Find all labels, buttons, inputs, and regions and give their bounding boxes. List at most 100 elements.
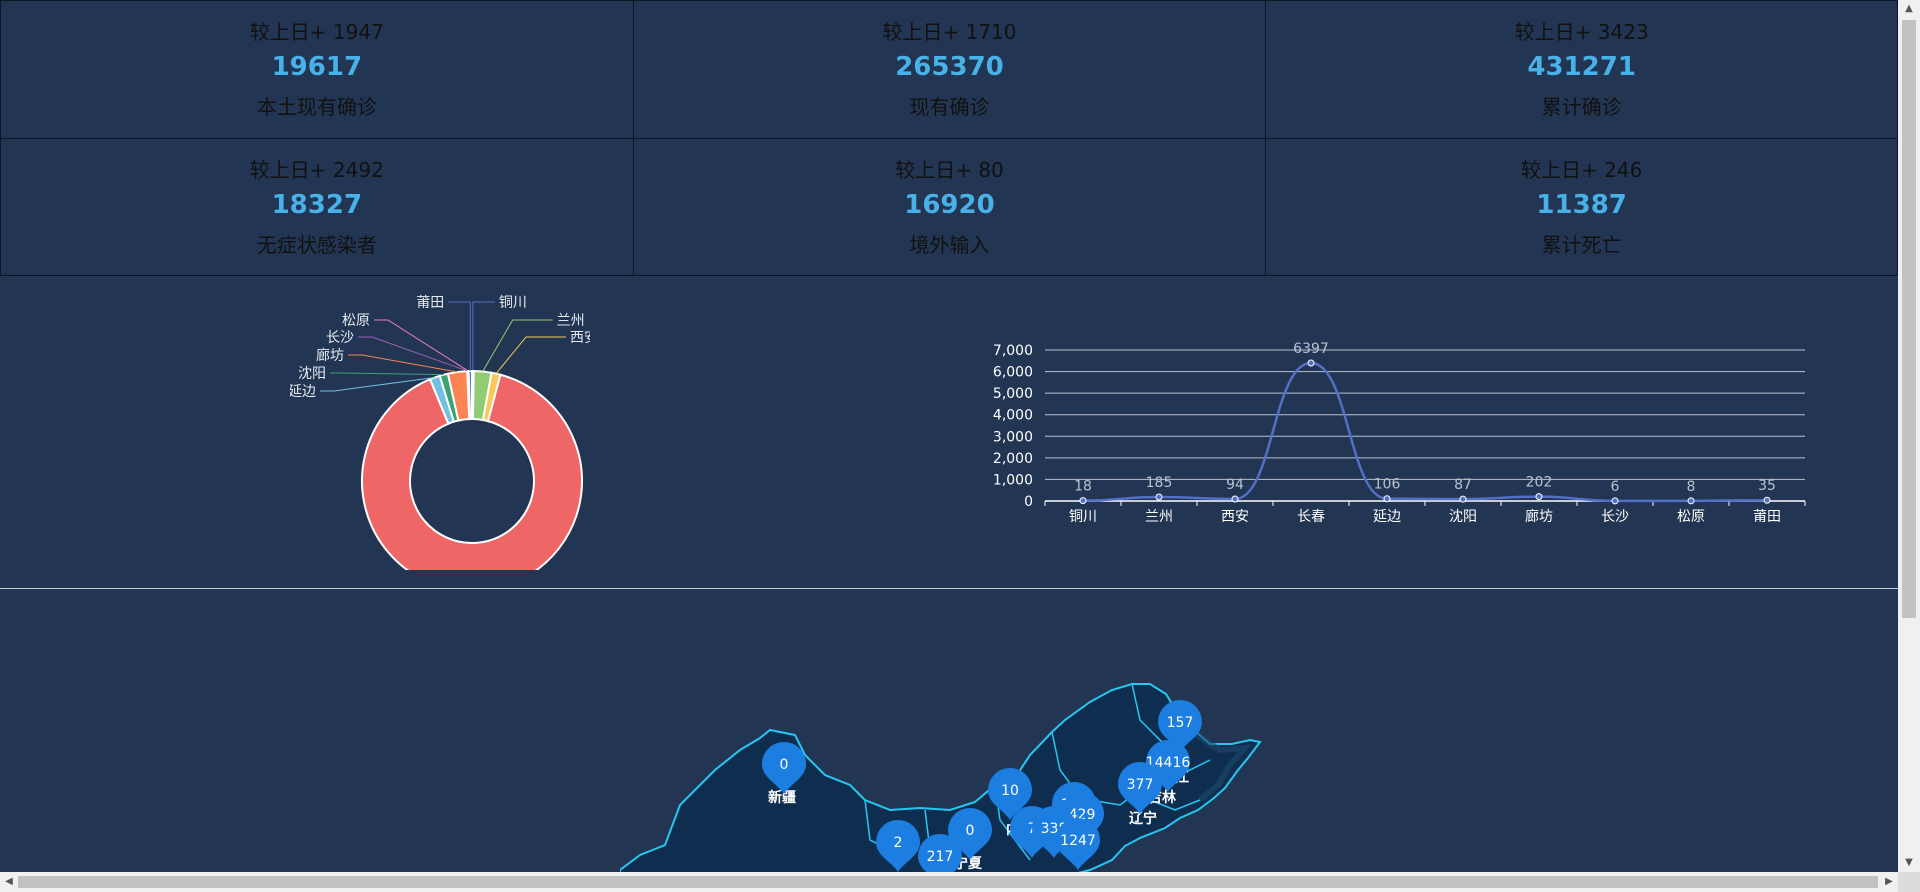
data-label: 6 — [1611, 479, 1620, 495]
stat-delta: 较上日+ 246 — [1521, 157, 1643, 182]
vertical-scroll-thumb[interactable] — [1902, 20, 1916, 618]
data-label: 8 — [1687, 479, 1696, 495]
y-tick-label: 5,000 — [993, 386, 1033, 402]
scroll-right-icon[interactable]: ▶ — [1880, 872, 1898, 892]
stat-delta: 较上日+ 1947 — [249, 20, 384, 44]
pie-label: 西安 — [570, 330, 590, 346]
map-pin-value: 2 — [894, 835, 903, 851]
pie-leader-line — [348, 354, 458, 373]
stat-card-cumulative-confirmed: 较上日+ 3423 431271 累计确诊 — [1265, 1, 1898, 139]
stat-card-asymptomatic: 较上日+ 2492 18327 无症状感染者 — [0, 138, 633, 276]
stat-value: 11387 — [1536, 189, 1627, 220]
x-tick-label: 长春 — [1297, 509, 1325, 525]
stat-delta: 较上日+ 2492 — [249, 157, 384, 182]
map-region-label: 新疆 — [768, 789, 796, 806]
x-tick-label: 延边 — [1373, 509, 1401, 525]
x-tick-label: 铜川 — [1069, 509, 1097, 525]
data-label: 106 — [1374, 477, 1401, 493]
city-line-chart: 0 1,000 2,000 3,000 4,000 5,000 6,000 7,000 铜川 兰州… — [993, 341, 1806, 525]
map-pin-value: 157 — [1167, 715, 1194, 731]
pie-label: 延边 — [290, 384, 316, 400]
stat-label: 累计确诊 — [1541, 95, 1622, 119]
stat-value: 265370 — [895, 52, 1004, 82]
stat-value: 18327 — [271, 189, 363, 220]
pie-label: 廊坊 — [316, 347, 344, 364]
scroll-left-icon[interactable]: ◀ — [0, 872, 18, 892]
data-label: 18 — [1074, 479, 1092, 495]
city-donut-chart: 铜川兰州西安长春延边沈阳廊坊长沙松原莆田 — [290, 295, 590, 570]
line-point[interactable] — [1611, 497, 1619, 505]
scrollbar-corner — [1898, 872, 1920, 892]
stat-label: 累计死亡 — [1541, 232, 1622, 257]
y-tick-label: 6,000 — [993, 365, 1033, 381]
x-tick-label: 沈阳 — [1449, 509, 1477, 525]
map-pin-value: 1247 — [1060, 833, 1096, 849]
stat-label: 境外输入 — [909, 232, 990, 257]
x-tick-label: 兰州 — [1145, 509, 1173, 525]
map-pin-value: 0 — [780, 757, 789, 773]
line-point[interactable] — [1763, 496, 1771, 504]
x-tick-label: 莆田 — [1753, 509, 1781, 525]
stat-card-deaths: 较上日+ 246 11387 累计死亡 — [1265, 138, 1898, 276]
stat-delta: 较上日+ 80 — [895, 157, 1004, 182]
pie-leader-line — [482, 319, 553, 372]
y-tick-label: 3,000 — [993, 429, 1033, 445]
y-tick-label: 0 — [1024, 494, 1033, 510]
horizontal-scroll-thumb[interactable] — [18, 876, 1878, 888]
scroll-up-icon[interactable]: ▲ — [1898, 0, 1920, 18]
map-pin-value: 377 — [1127, 777, 1154, 793]
data-label: 6397 — [1293, 341, 1329, 357]
stat-label: 现有确诊 — [909, 95, 990, 119]
china-map: 新疆黑龙江吉林辽宁内蒙宁夏 01571441637710187429733812… — [620, 683, 1262, 892]
line-point[interactable] — [1687, 497, 1695, 505]
x-tick-label: 松原 — [1677, 509, 1705, 525]
data-label: 35 — [1758, 478, 1776, 494]
vertical-scrollbar[interactable]: ▲ ▼ — [1898, 0, 1920, 872]
scroll-down-icon[interactable]: ▼ — [1898, 854, 1920, 872]
map-pin-value: 217 — [927, 849, 954, 865]
x-tick-label: 长沙 — [1601, 509, 1629, 525]
line-point[interactable] — [1459, 495, 1467, 503]
data-label: 94 — [1226, 477, 1244, 493]
y-tick-label: 2,000 — [993, 451, 1033, 467]
stat-card-imported: 较上日+ 80 16920 境外输入 — [632, 138, 1266, 276]
stat-card-current-confirmed: 较上日+ 1710 265370 现有确诊 — [632, 1, 1266, 139]
data-label: 202 — [1526, 475, 1553, 491]
stat-delta: 较上日+ 3423 — [1514, 20, 1649, 44]
horizontal-scrollbar[interactable]: ◀ ▶ — [0, 872, 1920, 892]
pie-label: 长沙 — [326, 330, 354, 346]
line-point[interactable] — [1535, 493, 1543, 501]
line-point[interactable] — [1383, 495, 1391, 503]
line-point[interactable] — [1307, 359, 1315, 367]
pie-label: 兰州 — [557, 313, 585, 329]
pie-label: 铜川 — [499, 295, 527, 311]
line-point[interactable] — [1231, 495, 1239, 503]
pie-leader-line — [358, 336, 468, 372]
pie-label: 莆田 — [416, 295, 444, 311]
stat-delta: 较上日+ 1710 — [882, 20, 1017, 44]
pie-leader-line — [495, 336, 567, 374]
y-tick-label: 1,000 — [993, 472, 1033, 488]
line-series — [1082, 361, 1768, 503]
stat-value: 16920 — [904, 189, 995, 220]
stats-grid: 较上日+ 1947 19617 本土现有确诊 较上日+ 1710 265370 … — [0, 0, 1898, 276]
stat-label: 无症状感染者 — [256, 232, 377, 257]
pie-slice[interactable] — [467, 369, 473, 421]
stat-label: 本土现有确诊 — [256, 95, 377, 119]
y-tick-label: 7,000 — [993, 343, 1033, 359]
section-divider — [0, 588, 1898, 589]
stat-value: 431271 — [1527, 52, 1636, 82]
map-pin-value: 0 — [966, 823, 975, 839]
stat-value: 19617 — [271, 52, 363, 82]
map-region-label: 辽宁 — [1129, 810, 1157, 827]
map-pin-value: 10 — [1001, 783, 1019, 799]
x-tick-label: 西安 — [1221, 509, 1249, 525]
y-tick-label: 4,000 — [993, 408, 1033, 424]
x-tick-label: 廊坊 — [1525, 508, 1553, 525]
data-label: 87 — [1454, 477, 1472, 493]
pie-leader-line — [374, 319, 469, 372]
line-point[interactable] — [1079, 497, 1087, 505]
pie-leader-line — [330, 372, 444, 376]
line-point[interactable] — [1155, 493, 1163, 501]
data-label: 185 — [1146, 475, 1173, 491]
